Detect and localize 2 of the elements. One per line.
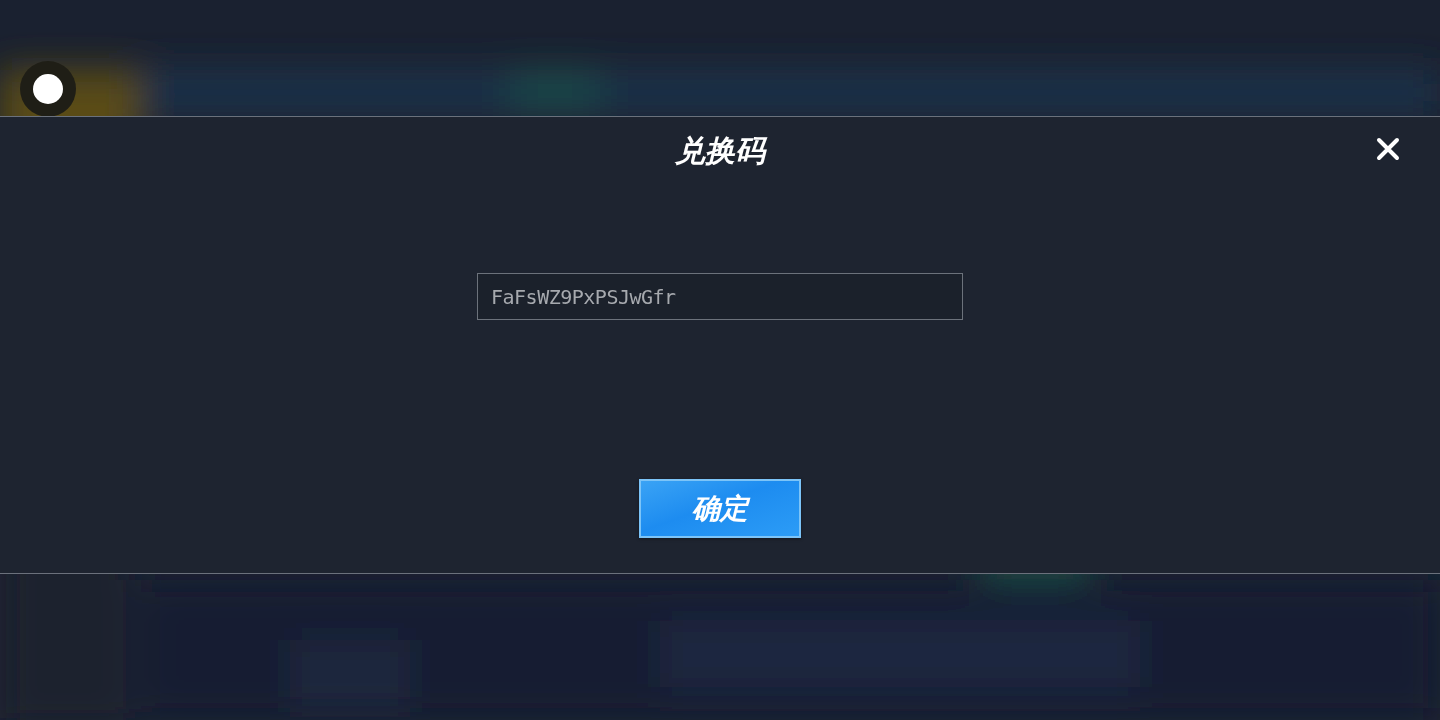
close-icon [1376,137,1400,161]
code-field[interactable]: FaFsWZ9PxPSJwGfr [477,273,963,320]
